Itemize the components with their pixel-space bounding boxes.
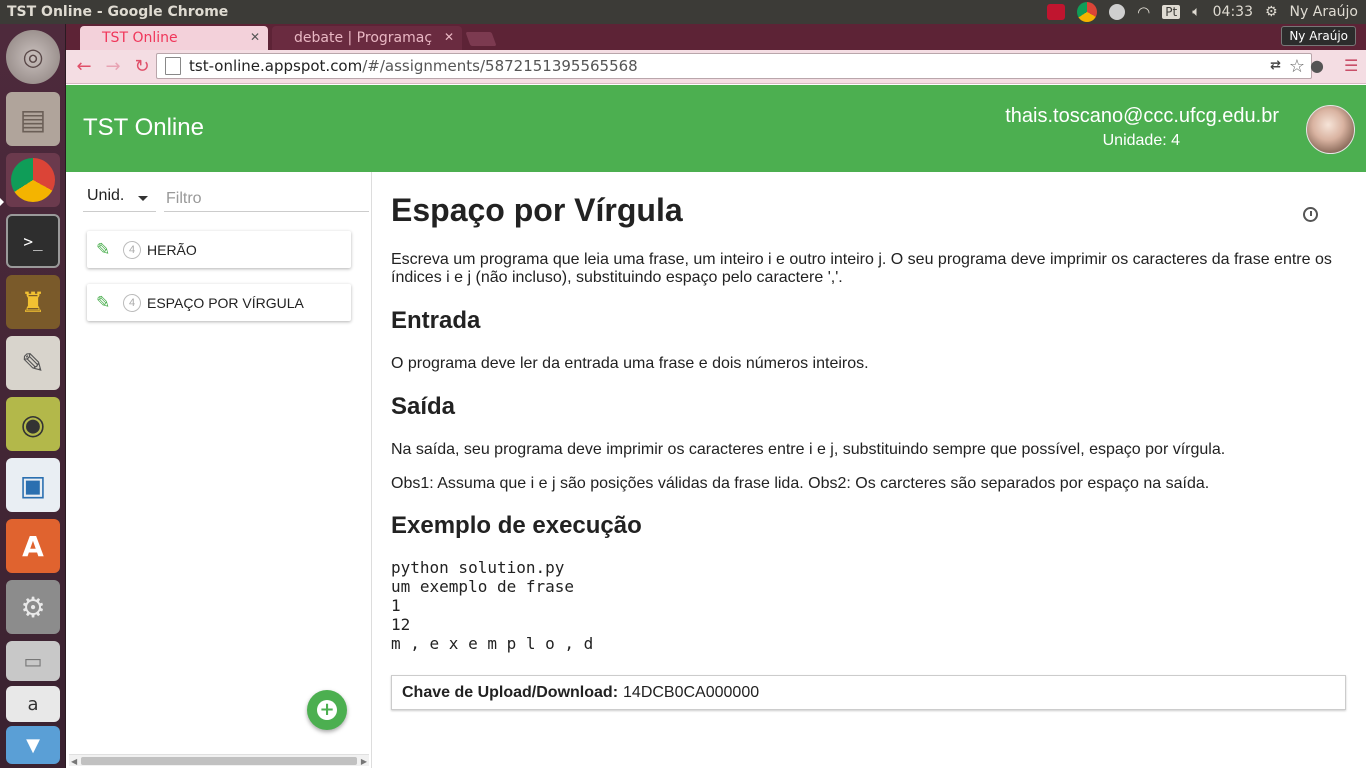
assignment-label: ESPAÇO POR VÍRGULA xyxy=(147,294,304,311)
hangouts-icon[interactable]: ● xyxy=(1310,56,1324,75)
assignment-label: HERÃO xyxy=(147,241,197,258)
input-text: O programa deve ler da entrada uma frase… xyxy=(391,355,869,372)
wifi-icon[interactable]: ◠ xyxy=(1137,3,1150,21)
trash-icon[interactable]: ▼ xyxy=(6,726,60,764)
upload-key-box: Chave de Upload/Download: 14DCB0CA000000 xyxy=(391,675,1346,710)
chevron-down-icon xyxy=(138,196,148,201)
chrome-indicator-icon[interactable] xyxy=(1077,2,1098,22)
scrollbar-thumb[interactable] xyxy=(81,757,357,765)
software-center-icon[interactable]: A xyxy=(6,519,60,573)
example-heading: Exemplo de execução xyxy=(391,512,642,539)
pencil-icon: ✎ xyxy=(96,239,111,259)
bookmark-star-icon[interactable]: ☆ xyxy=(1289,56,1305,77)
genie-app-icon[interactable]: ♜ xyxy=(6,275,60,329)
speaker-app-icon[interactable]: ◉ xyxy=(6,397,60,451)
keyboard-layout-indicator[interactable]: Pt xyxy=(1162,5,1181,19)
translate-icon[interactable]: ⇄ xyxy=(1270,58,1281,73)
app-header: TST Online thais.toscano@ccc.ufcg.edu.br… xyxy=(66,85,1366,172)
chrome-launcher-icon[interactable] xyxy=(6,153,60,207)
history-icon[interactable] xyxy=(1303,207,1318,222)
page-icon xyxy=(165,57,181,75)
assignment-title: Espaço por Vírgula xyxy=(391,192,683,228)
unit-badge: 4 xyxy=(123,240,141,259)
forward-icon[interactable]: → xyxy=(102,56,124,78)
window-title: TST Online - Google Chrome xyxy=(7,4,229,20)
unit-select-value: Unid. xyxy=(87,187,125,204)
reload-icon[interactable]: ↻ xyxy=(131,56,153,78)
os-top-panel: TST Online - Google Chrome ◠ Pt 🔈︎ 04:33… xyxy=(0,0,1366,24)
session-user-name[interactable]: Ny Araújo xyxy=(1290,4,1358,20)
back-icon[interactable]: ← xyxy=(73,56,95,78)
scroll-right-icon[interactable]: ▶ xyxy=(361,757,367,766)
scroll-left-icon[interactable]: ◀ xyxy=(71,757,77,766)
upload-key-value: 14DCB0CA000000 xyxy=(623,683,760,701)
unit-badge: 4 xyxy=(123,293,141,312)
assignment-description: Escreva um programa que leia uma frase, … xyxy=(391,251,1332,286)
text-editor-icon[interactable]: ✎ xyxy=(6,336,60,390)
user-email: thais.toscano@ccc.ufcg.edu.br xyxy=(1005,105,1279,127)
pencil-icon: ✎ xyxy=(96,292,111,312)
filter-input[interactable] xyxy=(164,186,369,212)
unit-select[interactable]: Unid. xyxy=(83,186,156,212)
files-icon[interactable]: ▤ xyxy=(6,92,60,146)
tab-title: debate | Programaç xyxy=(294,30,433,46)
launcher-active-indicator xyxy=(0,198,4,206)
output-text: Na saída, seu programa deve imprimir os … xyxy=(391,441,1226,458)
tab-title: TST Online xyxy=(102,30,178,46)
url-host: tst-online.appspot.com xyxy=(189,57,363,75)
obs-text: Obs1: Assuma que i e j são posições váli… xyxy=(391,475,1210,492)
assignment-item[interactable]: ✎ 4 ESPAÇO POR VÍRGULA xyxy=(87,284,351,321)
system-settings-icon[interactable]: ⚙ xyxy=(6,580,60,634)
tab-strip: TST Online ✕ debate | Programaç ✕ Ny Ara… xyxy=(66,24,1366,50)
terminal-icon[interactable]: >_ xyxy=(6,214,60,268)
ubuntu-dash-icon[interactable]: ◎ xyxy=(6,30,60,84)
chat-indicator-icon[interactable] xyxy=(1109,4,1126,20)
amazon-icon[interactable]: a xyxy=(6,686,60,722)
input-heading: Entrada xyxy=(391,307,481,334)
add-assignment-button[interactable]: + xyxy=(307,690,347,730)
menu-icon[interactable]: ☰ xyxy=(1344,56,1358,75)
avatar[interactable] xyxy=(1306,105,1355,154)
tab-debate[interactable]: debate | Programaç ✕ xyxy=(272,26,462,50)
clock[interactable]: 04:33 xyxy=(1213,4,1253,20)
horizontal-scrollbar[interactable]: ◀ ▶ xyxy=(69,754,369,766)
drive-icon[interactable]: ▭ xyxy=(6,641,60,681)
browser-window: TST Online ✕ debate | Programaç ✕ Ny Ara… xyxy=(66,24,1366,768)
output-heading: Saída xyxy=(391,393,456,420)
volume-icon[interactable]: 🔈︎ xyxy=(1192,4,1200,20)
assignment-sidebar: Unid. ✎ 4 HERÃO ✎ 4 ESPAÇO POR VÍRGULA +… xyxy=(66,172,372,768)
app-launcher: ◎ ▤ >_ ♜ ✎ ◉ ▣ A ⚙ ▭ a ▼ xyxy=(0,24,66,768)
plus-icon: + xyxy=(317,700,337,720)
assignment-content: Espaço por Vírgula Escreva um programa q… xyxy=(391,172,1351,768)
upload-key-label: Chave de Upload/Download: xyxy=(402,683,619,701)
address-bar[interactable]: tst-online.appspot.com/#/assignments/587… xyxy=(156,53,1312,79)
user-unit: Unidade: 4 xyxy=(1102,132,1180,149)
web-page: TST Online thais.toscano@ccc.ufcg.edu.br… xyxy=(66,85,1366,768)
indicator-area: ◠ Pt 🔈︎ 04:33 ⚙ Ny Araújo xyxy=(1047,0,1358,24)
app-title[interactable]: TST Online xyxy=(83,114,204,142)
browser-toolbar: ← → ↻ tst-online.appspot.com/#/assignmen… xyxy=(66,50,1366,84)
url-path: /#/assignments/5872151395565568 xyxy=(362,57,638,75)
tab-tst-online[interactable]: TST Online ✕ xyxy=(80,26,268,50)
assignment-item[interactable]: ✎ 4 HERÃO xyxy=(87,231,351,268)
app-indicator-icon[interactable] xyxy=(1047,4,1066,20)
close-tab-icon[interactable]: ✕ xyxy=(250,30,260,44)
impress-icon[interactable]: ▣ xyxy=(6,458,60,512)
close-tab-icon[interactable]: ✕ xyxy=(444,30,454,44)
example-code: python solution.py um exemplo de frase 1… xyxy=(391,558,594,653)
gear-icon[interactable]: ⚙ xyxy=(1265,4,1278,20)
profile-badge[interactable]: Ny Araújo xyxy=(1281,26,1356,46)
new-tab-button[interactable] xyxy=(465,32,497,46)
